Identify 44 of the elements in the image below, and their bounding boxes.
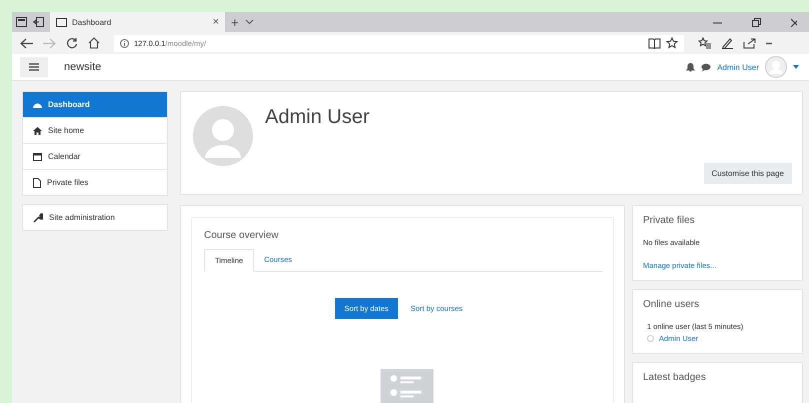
close-icon[interactable] (791, 18, 797, 26)
block-title: Latest badges (643, 372, 707, 383)
block-title: Online users (643, 299, 700, 310)
home-icon (33, 126, 42, 134)
sidebar-item[interactable]: Calendar (23, 143, 167, 169)
new-tab-button[interactable]: + (231, 16, 239, 28)
restore-icon[interactable] (752, 18, 761, 26)
info-icon (120, 38, 129, 48)
back-icon[interactable] (20, 38, 33, 48)
avatar-icon (647, 335, 654, 342)
wrench-icon (33, 212, 43, 222)
sidebar-item[interactable]: Site administration (23, 205, 167, 230)
menu-button[interactable] (20, 57, 48, 77)
reading-view-icon[interactable] (648, 38, 661, 48)
caret-icon[interactable] (793, 65, 799, 69)
refresh-icon[interactable] (66, 37, 78, 49)
bell-icon[interactable] (686, 62, 696, 72)
block-title: Course overview (204, 230, 280, 241)
more-icon[interactable] (766, 42, 772, 44)
sidebar-item[interactable]: Private files (23, 169, 167, 195)
sidebar-item[interactable]: Dashboard (23, 92, 167, 117)
file-icon (33, 178, 41, 188)
calendar-icon (33, 152, 42, 161)
avatar-icon (193, 106, 253, 166)
sidebar-item[interactable]: Site home (23, 117, 167, 143)
browser-tab[interactable]: Dashboard × (50, 12, 225, 32)
home-icon[interactable] (88, 37, 100, 49)
menu-icon (29, 63, 39, 71)
pen-icon[interactable] (721, 37, 733, 49)
gauge-icon (33, 100, 42, 108)
restore-tabs-icon[interactable] (33, 17, 44, 27)
favorites-icon[interactable] (698, 37, 711, 49)
user-menu-link[interactable]: Admin User (717, 62, 759, 72)
user-name: Admin User (265, 106, 370, 129)
site-name[interactable]: newsite (64, 61, 102, 73)
share-icon[interactable] (743, 37, 756, 49)
tabs-aside-icon[interactable] (16, 17, 27, 27)
chat-icon[interactable] (701, 62, 712, 72)
close-tab-button[interactable]: × (212, 16, 219, 28)
customise-button[interactable]: Customise this page (704, 163, 792, 184)
chevron-down-icon[interactable] (244, 19, 254, 25)
block-title: Private files (643, 215, 696, 226)
star-icon[interactable] (666, 37, 678, 49)
page-icon (56, 18, 67, 26)
